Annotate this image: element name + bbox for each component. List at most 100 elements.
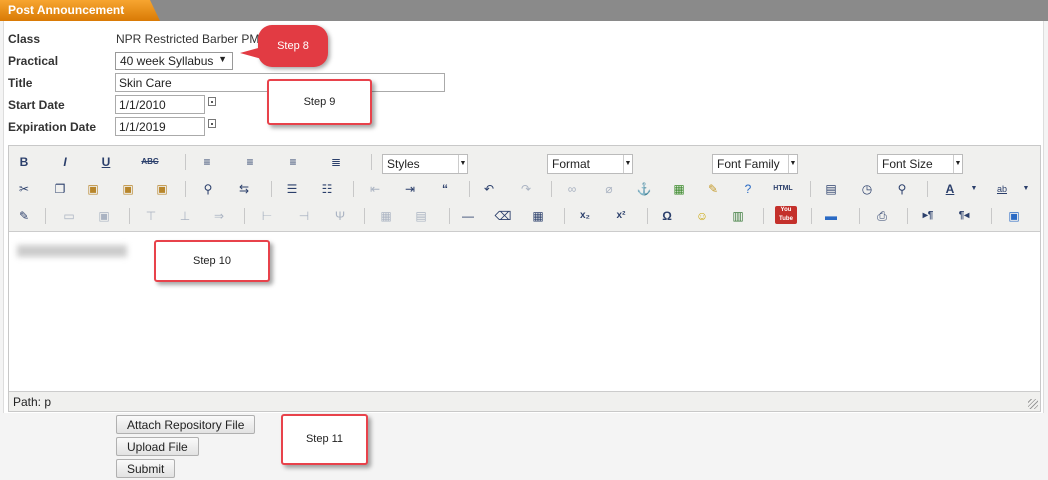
toolbar-separator [185,181,186,197]
insert-table-icon[interactable]: ▦ [529,207,547,225]
fullscreen-icon[interactable]: ▣ [1005,207,1023,225]
link-icon[interactable]: ∞ [563,180,581,198]
special-char-button[interactable]: Ω [658,207,676,225]
undo-icon[interactable]: ↶ [480,180,498,198]
practical-value: 40 week Syllabus [120,54,214,68]
align-justify-icon[interactable]: ≣ [327,153,345,171]
paste-icon[interactable]: ▣ [84,180,102,198]
class-value: NPR Restricted Barber PM [116,32,260,46]
chevron-down-icon[interactable]: ▼ [969,180,979,198]
underline-button[interactable]: U [97,153,115,171]
font-family-dropdown[interactable]: Font Family ▼ [712,154,798,174]
toolbar-separator [364,208,365,224]
cleanup-icon[interactable]: ✎ [704,180,722,198]
table-cell-props-icon[interactable]: ▣ [95,207,113,225]
bold-button[interactable]: B [15,153,33,171]
redo-icon[interactable]: ↷ [517,180,535,198]
replace-icon[interactable]: ⇆ [235,180,253,198]
chevron-down-icon: ▼ [788,155,797,173]
resize-handle-icon[interactable] [1028,399,1038,409]
insert-date-icon[interactable]: ▤ [822,180,840,198]
font-family-dropdown-label: Font Family [717,157,780,171]
toolbar-separator [129,208,130,224]
superscript-button[interactable]: x² [612,207,630,225]
calendar-icon[interactable] [208,97,216,106]
chevron-down-icon: ▼ [953,155,962,173]
insert-row-after-icon[interactable]: ⊥ [176,207,194,225]
styles-dropdown[interactable]: Styles ▼ [382,154,468,174]
attach-repository-file-button[interactable]: Attach Repository File [116,415,256,434]
insert-col-before-icon[interactable]: ⊢ [258,207,276,225]
toolbar-separator [469,181,470,197]
horizontal-rule-icon[interactable]: — [459,207,477,225]
edit-icon[interactable]: ✎ [15,207,33,225]
cut-icon[interactable]: ✂ [15,180,33,198]
italic-button[interactable]: I [56,153,74,171]
outdent-icon[interactable]: ⇤ [366,180,384,198]
align-center-icon[interactable]: ≡ [241,153,259,171]
insert-time-icon[interactable]: ◷ [858,180,876,198]
ltr-button[interactable]: ▸¶ [919,207,937,225]
align-left-icon[interactable]: ≡ [198,153,216,171]
merge-cells-icon[interactable]: ▤ [412,207,430,225]
editor-toolbar: B I U ABC ≡ ≡ ≡ ≣ Styles ▼ Format ▼ Font… [9,146,1040,232]
editor-path: Path: p [13,395,52,409]
practical-label: Practical [8,54,59,68]
find-icon[interactable]: ⚲ [199,180,217,198]
toolbar-separator [927,181,928,197]
table-row-props-icon[interactable]: ▭ [60,207,78,225]
start-date-input[interactable]: 1/1/2010 [115,95,205,114]
format-dropdown-label: Format [552,157,591,171]
step-9-callout: Step 9 [267,79,372,125]
strikethrough-button[interactable]: ABC [137,153,163,171]
image-icon[interactable]: ▦ [670,180,688,198]
paste-word-icon[interactable]: ▣ [153,180,171,198]
insert-row-before-icon[interactable]: ⊤ [142,207,160,225]
copy-icon[interactable]: ❐ [51,180,69,198]
upload-file-button[interactable]: Upload File [116,437,199,456]
eraser-icon[interactable]: ⌫ [494,207,512,225]
preview-icon[interactable]: ⚲ [893,180,911,198]
submit-button[interactable]: Submit [116,459,176,478]
chevron-down-icon: ▼ [623,155,632,173]
step-8-callout: Step 8 [240,25,328,67]
chevron-down-icon[interactable]: ▼ [1021,180,1031,198]
calendar-icon[interactable] [208,119,216,128]
unlink-icon[interactable]: ⌀ [600,180,618,198]
text-color-icon[interactable]: A [941,180,959,198]
blurred-content [17,245,127,257]
practical-select[interactable]: 40 week Syllabus ▼ [115,52,233,70]
numbered-list-icon[interactable]: ☷ [318,180,336,198]
emoticon-icon[interactable]: ☺ [693,207,711,225]
highlight-color-icon[interactable]: ab [993,180,1011,198]
chevron-down-icon: ▼ [458,155,467,173]
media-icon[interactable]: ▥ [729,207,747,225]
delete-row-icon[interactable]: ⇒ [210,207,228,225]
indent-icon[interactable]: ⇥ [401,180,419,198]
print-icon[interactable]: ⎙ [873,207,891,225]
tab-post-announcement[interactable]: Post Announcement [0,0,160,21]
toolbar-separator [45,208,46,224]
font-size-dropdown[interactable]: Font Size ▼ [877,154,963,174]
toolbar-separator [859,208,860,224]
youtube-button[interactable]: You Tube [775,206,797,224]
insert-col-after-icon[interactable]: ⊣ [295,207,313,225]
format-dropdown[interactable]: Format ▼ [547,154,633,174]
paste-text-icon[interactable]: ▣ [119,180,137,198]
anchor-icon[interactable]: ⚓ [635,180,653,198]
help-icon[interactable]: ? [739,180,757,198]
expiration-date-input[interactable]: 1/1/2019 [115,117,205,136]
subscript-button[interactable]: x₂ [576,207,594,225]
split-cells-icon[interactable]: ▦ [377,207,395,225]
bullet-list-icon[interactable]: ☰ [283,180,301,198]
editor-path-bar: Path: p [9,391,1040,411]
toolbar-separator [449,208,450,224]
top-bar: Post Announcement [0,0,1048,21]
visual-aid-icon[interactable]: ▬ [822,207,840,225]
start-date-label: Start Date [8,98,65,112]
align-right-icon[interactable]: ≡ [284,153,302,171]
html-source-button[interactable]: HTML [771,180,795,198]
rtl-button[interactable]: ¶◂ [955,207,973,225]
delete-col-icon[interactable]: Ψ [331,207,349,225]
blockquote-icon[interactable]: “ [436,180,454,198]
